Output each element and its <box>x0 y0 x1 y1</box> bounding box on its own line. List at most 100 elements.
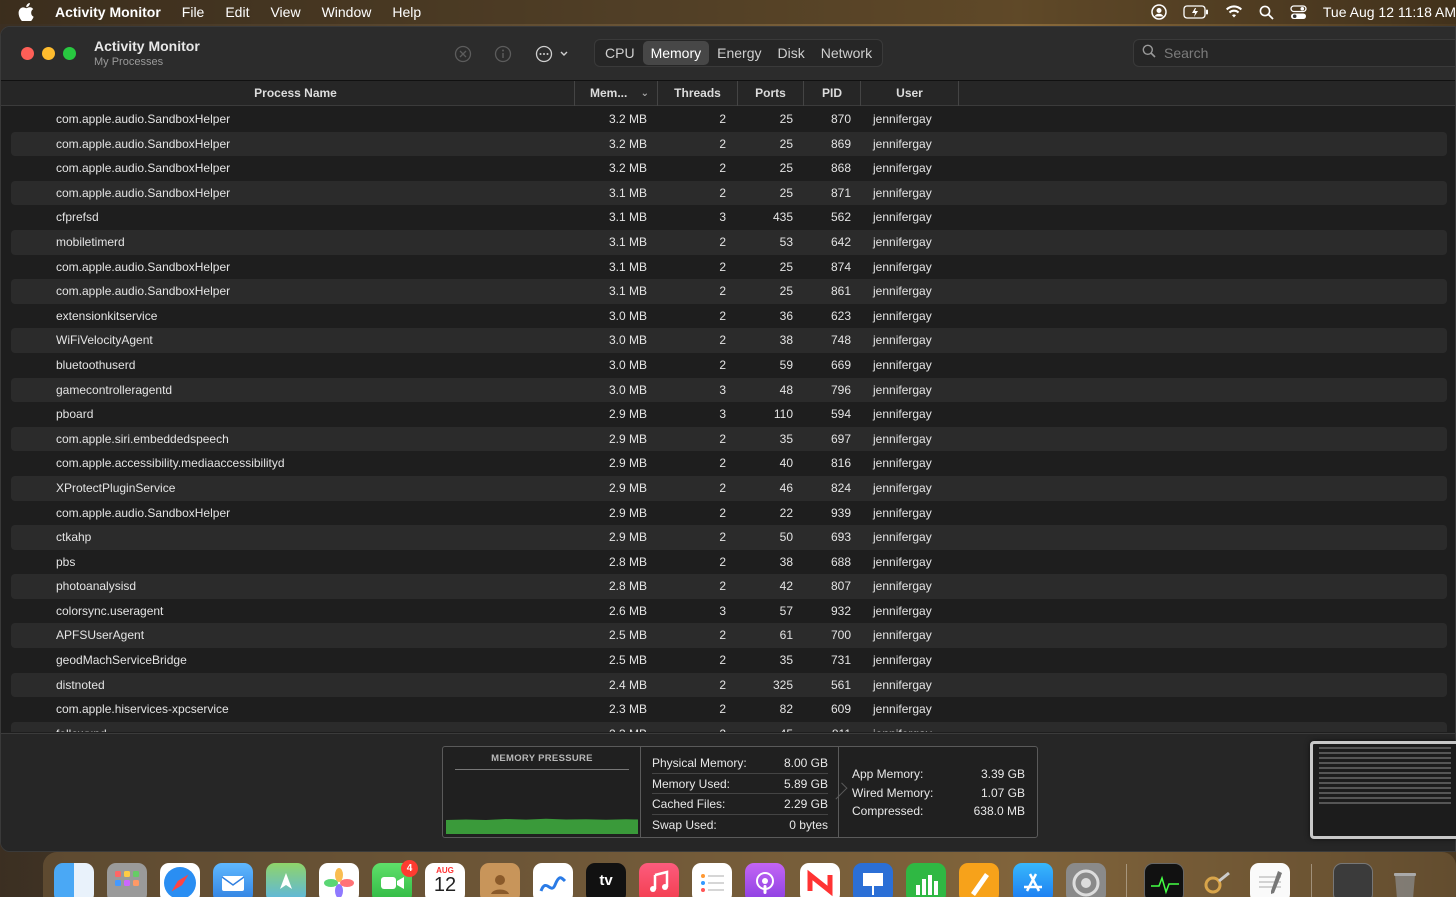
threads-cell: 2 <box>719 628 726 643</box>
pid-cell: 693 <box>830 530 851 545</box>
mail-icon[interactable] <box>213 863 253 897</box>
control-center-icon[interactable] <box>1290 4 1307 20</box>
close-window-button[interactable] <box>21 47 34 60</box>
table-row[interactable]: geodMachServiceBridge 2.5 MB 2 35 731 jennife… <box>11 648 1447 673</box>
trash-icon[interactable] <box>1385 863 1425 897</box>
tab-energy[interactable]: Energy <box>709 41 769 65</box>
memory-cell: 2.3 MB <box>608 702 647 717</box>
menubar-clock[interactable]: Tue Aug 12 11:18 AM <box>1323 4 1456 20</box>
menu-app-name[interactable]: Activity Monitor <box>55 4 161 20</box>
stop-process-icon[interactable] <box>453 44 473 64</box>
more-actions-icon[interactable] <box>534 44 570 64</box>
keychain-access-icon[interactable] <box>1197 863 1237 897</box>
user-cell: jennifergay <box>873 357 932 372</box>
pages-icon[interactable] <box>959 863 999 897</box>
column-memory[interactable]: Mem... ⌄ <box>575 81 658 106</box>
downloads-stack-icon[interactable] <box>1333 863 1373 897</box>
podcasts-icon[interactable] <box>745 863 785 897</box>
table-row[interactable]: com.apple.accessibility.mediaaccessibili… <box>11 451 1447 476</box>
screenshot-thumbnail[interactable] <box>1310 741 1456 839</box>
search-input[interactable] <box>1164 45 1424 61</box>
search-field[interactable] <box>1133 39 1455 67</box>
table-row[interactable]: extensionkitservice 3.0 MB 2 36 623 jenniferg… <box>11 304 1447 329</box>
column-ports[interactable]: Ports <box>738 81 804 106</box>
table-row[interactable]: com.apple.siri.embeddedspeech 2.9 MB 2 35 69… <box>11 426 1447 452</box>
user-account-icon[interactable] <box>1151 4 1167 20</box>
column-process-name[interactable]: Process Name <box>1 81 575 106</box>
table-row[interactable]: APFSUserAgent 2.5 MB 2 61 700 jennifergay <box>11 623 1447 649</box>
pid-cell: 796 <box>830 382 851 397</box>
textedit-icon[interactable] <box>1250 863 1290 897</box>
table-row[interactable]: pboard 2.9 MB 3 110 594 jennifergay <box>11 402 1447 427</box>
keynote-icon[interactable] <box>853 863 893 897</box>
user-cell: jennifergay <box>873 554 932 569</box>
table-row[interactable]: WiFiVelocityAgent 3.0 MB 2 38 748 jennifergay <box>11 328 1447 353</box>
activity-monitor-dock-icon[interactable] <box>1144 863 1184 897</box>
wifi-icon[interactable] <box>1225 5 1243 19</box>
menu-window[interactable]: Window <box>322 4 372 20</box>
table-row[interactable]: com.apple.audio.SandboxHelper 3.2 MB 2 25 87… <box>11 107 1447 132</box>
table-row[interactable]: com.apple.audio.SandboxHelper 3.2 MB 2 25 86… <box>11 131 1447 157</box>
app-store-icon[interactable] <box>1013 863 1053 897</box>
contacts-icon[interactable] <box>480 863 520 897</box>
menu-view[interactable]: View <box>270 4 300 20</box>
reminders-icon[interactable] <box>692 863 732 897</box>
table-row[interactable]: com.apple.audio.SandboxHelper 3.1 MB 2 25 87… <box>11 180 1447 206</box>
table-row[interactable]: distnoted 2.4 MB 2 325 561 jennifergay <box>11 672 1447 698</box>
table-row[interactable]: com.apple.audio.SandboxHelper 2.9 MB 2 22 93… <box>11 501 1447 526</box>
menu-file[interactable]: File <box>182 4 205 20</box>
battery-icon[interactable] <box>1183 5 1209 19</box>
table-row[interactable]: com.apple.audio.SandboxHelper 3.1 MB 2 25 87… <box>11 255 1447 280</box>
numbers-icon[interactable] <box>906 863 946 897</box>
pid-cell: 562 <box>830 210 851 225</box>
system-settings-icon[interactable] <box>1066 863 1106 897</box>
calendar-icon[interactable]: AUG 12 <box>425 863 465 897</box>
pid-cell: 869 <box>830 136 851 151</box>
freeform-icon[interactable] <box>533 863 573 897</box>
inspect-process-icon[interactable] <box>493 44 513 64</box>
table-row[interactable]: followupd 2.3 MB 2 45 811 jennifergay <box>11 721 1447 732</box>
menu-edit[interactable]: Edit <box>225 4 249 20</box>
finder-icon[interactable] <box>54 863 94 897</box>
process-name-cell: com.apple.audio.SandboxHelper <box>56 136 231 151</box>
table-row[interactable]: XProtectPluginService 2.9 MB 2 46 824 jennife… <box>11 475 1447 501</box>
pid-cell: 748 <box>830 333 851 348</box>
apple-menu-icon[interactable] <box>18 3 40 21</box>
table-row[interactable]: com.apple.hiservices-xpcservice 2.3 MB 2 82… <box>11 697 1447 722</box>
minimize-window-button[interactable] <box>42 47 55 60</box>
photos-icon[interactable] <box>319 863 359 897</box>
table-row[interactable]: ctkahp 2.9 MB 2 50 693 jennifergay <box>11 525 1447 550</box>
column-user[interactable]: User <box>861 81 959 106</box>
tab-network[interactable]: Network <box>813 41 880 65</box>
table-row[interactable]: com.apple.audio.SandboxHelper 3.2 MB 2 25 86… <box>11 156 1447 181</box>
ports-cell: 325 <box>772 677 793 692</box>
spotlight-search-icon[interactable] <box>1259 5 1274 20</box>
news-icon[interactable] <box>800 863 840 897</box>
tab-memory[interactable]: Memory <box>642 41 710 65</box>
column-pid[interactable]: PID <box>804 81 861 106</box>
pid-cell: 807 <box>830 579 851 594</box>
table-row[interactable]: colorsync.useragent 2.6 MB 3 57 932 jenniferg… <box>11 599 1447 624</box>
menu-help[interactable]: Help <box>392 4 421 20</box>
threads-cell: 2 <box>719 333 726 348</box>
table-row[interactable]: photoanalysisd 2.8 MB 2 42 807 jennifergay <box>11 574 1447 599</box>
tab-cpu[interactable]: CPU <box>597 41 643 65</box>
process-name-cell: followupd <box>56 722 107 732</box>
column-threads[interactable]: Threads <box>658 81 738 106</box>
ports-cell: 435 <box>772 210 793 225</box>
tab-disk[interactable]: Disk <box>769 41 812 65</box>
ports-cell: 57 <box>779 603 793 618</box>
table-row[interactable]: pbs 2.8 MB 2 38 688 jennifergay <box>11 550 1447 575</box>
maps-icon[interactable] <box>266 863 306 897</box>
table-row[interactable]: gamecontrolleragentd 3.0 MB 3 48 796 jennifer… <box>11 377 1447 403</box>
table-row[interactable]: mobiletimerd 3.1 MB 2 53 642 jennifergay <box>11 229 1447 255</box>
table-row[interactable]: bluetoothuserd 3.0 MB 2 59 669 jennifergay <box>11 353 1447 378</box>
process-name-cell: XProtectPluginService <box>56 480 176 495</box>
apple-tv-icon[interactable]: tv <box>586 863 626 897</box>
music-icon[interactable] <box>639 863 679 897</box>
zoom-window-button[interactable] <box>63 47 76 60</box>
safari-icon[interactable] <box>160 863 200 897</box>
table-row[interactable]: cfprefsd 3.1 MB 3 435 562 jennifergay <box>11 205 1447 230</box>
launchpad-icon[interactable] <box>107 863 147 897</box>
table-row[interactable]: com.apple.audio.SandboxHelper 3.1 MB 2 25 86… <box>11 279 1447 304</box>
